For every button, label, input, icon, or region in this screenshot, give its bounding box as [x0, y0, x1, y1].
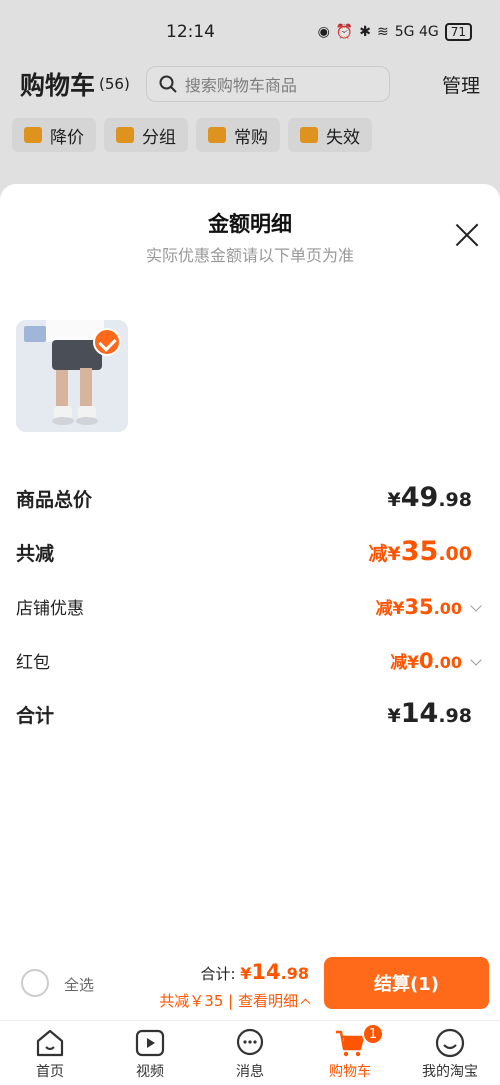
tab-cart[interactable]: 1 购物车 [300, 1021, 400, 1085]
row-grand-total: 合计 ¥14.98 [16, 698, 472, 729]
overlay-dim[interactable] [0, 0, 500, 200]
select-all-label[interactable]: 全选 [64, 974, 94, 995]
amount-int: 35 [400, 536, 439, 567]
total-label: 合计: [200, 965, 236, 983]
store-discount-value: 减¥35.00 [375, 594, 482, 619]
currency: ¥ [392, 599, 405, 619]
amount-dec: .00 [433, 599, 462, 618]
tab-label: 消息 [236, 1064, 264, 1080]
chevron-up-icon [300, 998, 311, 1009]
tab-label: 首页 [36, 1064, 64, 1080]
amount-dec: .00 [438, 543, 472, 565]
total-value: ¥14.98 [240, 960, 309, 984]
currency: ¥ [387, 705, 401, 727]
chevron-down-icon [470, 600, 482, 612]
currency: ¥ [387, 489, 401, 511]
cart-badge: 1 [362, 1023, 384, 1045]
chevron-down-icon [470, 654, 482, 666]
prefix: 减 [375, 599, 393, 619]
currency: ¥ [240, 964, 252, 983]
row-total-discount: 共减 减¥35.00 [16, 536, 472, 567]
total-discount-value: 减¥35.00 [369, 536, 473, 567]
tab-video[interactable]: 视频 [100, 1021, 200, 1085]
profile-icon [435, 1028, 465, 1058]
amount-dec: .98 [438, 705, 472, 727]
total-discount-label: 共减 [16, 543, 55, 565]
prefix: 减 [368, 543, 388, 565]
red-packet-label: 红包 [16, 653, 50, 673]
discount-details-link[interactable]: 共减￥35 | 查看明细 [159, 990, 311, 1011]
amount-int: 35 [404, 595, 434, 619]
sheet-subtitle: 实际优惠金额请以下单页为准 [145, 246, 354, 265]
row-red-packet[interactable]: 红包 减¥0.00 [16, 648, 482, 673]
tab-profile[interactable]: 我的淘宝 [400, 1021, 500, 1085]
prefix: 减 [390, 653, 408, 673]
tab-label: 购物车 [329, 1064, 371, 1080]
select-all-radio[interactable] [21, 969, 49, 997]
grand-total-label: 合计 [16, 705, 55, 727]
selected-check-icon[interactable] [93, 328, 121, 356]
tab-label: 视频 [136, 1064, 164, 1080]
amount-int: 0 [419, 649, 434, 673]
tab-home[interactable]: 首页 [0, 1021, 100, 1085]
total-price-label: 商品总价 [16, 489, 93, 511]
grand-total-value: ¥14.98 [388, 698, 472, 729]
currency: ¥ [387, 543, 401, 565]
settle-button[interactable]: 结算(1) [324, 957, 489, 1009]
tab-label: 我的淘宝 [422, 1064, 478, 1080]
close-icon[interactable] [454, 222, 480, 248]
home-icon [36, 1029, 64, 1057]
amount-dec: .98 [438, 489, 472, 511]
video-icon [135, 1029, 165, 1057]
details-link-label: 查看明细 [237, 992, 298, 1010]
row-store-discount[interactable]: 店铺优惠 减¥35.00 [16, 594, 482, 619]
tab-message[interactable]: 消息 [200, 1021, 300, 1085]
currency: ¥ [407, 653, 420, 673]
tab-bar: 首页 视频 消息 1 购物车 我的淘宝 [0, 1020, 500, 1085]
message-icon [236, 1028, 264, 1056]
checkout-bar: 全选 合计: ¥14.98 共减￥35 | 查看明细 结算(1) [0, 950, 500, 1020]
red-packet-value: 减¥0.00 [390, 648, 482, 673]
amount-int: 49 [400, 482, 439, 513]
amount-dec: .98 [280, 964, 309, 983]
amount-int: 14 [400, 698, 439, 729]
discount-text: 共减￥35 [159, 992, 224, 1010]
sheet-title: 金额明细 [208, 212, 292, 236]
amount-int: 14 [251, 960, 281, 984]
amount-details-sheet: 金额明细 实际优惠金额请以下单页为准 商品总价 ¥49.98 共减 减¥35.0… [0, 184, 500, 1020]
checkout-total: 合计: ¥14.98 [200, 960, 309, 984]
store-discount-label: 店铺优惠 [16, 599, 84, 619]
amount-dec: .00 [433, 653, 462, 672]
row-total-price: 商品总价 ¥49.98 [16, 482, 472, 513]
total-price-value: ¥49.98 [388, 482, 472, 513]
